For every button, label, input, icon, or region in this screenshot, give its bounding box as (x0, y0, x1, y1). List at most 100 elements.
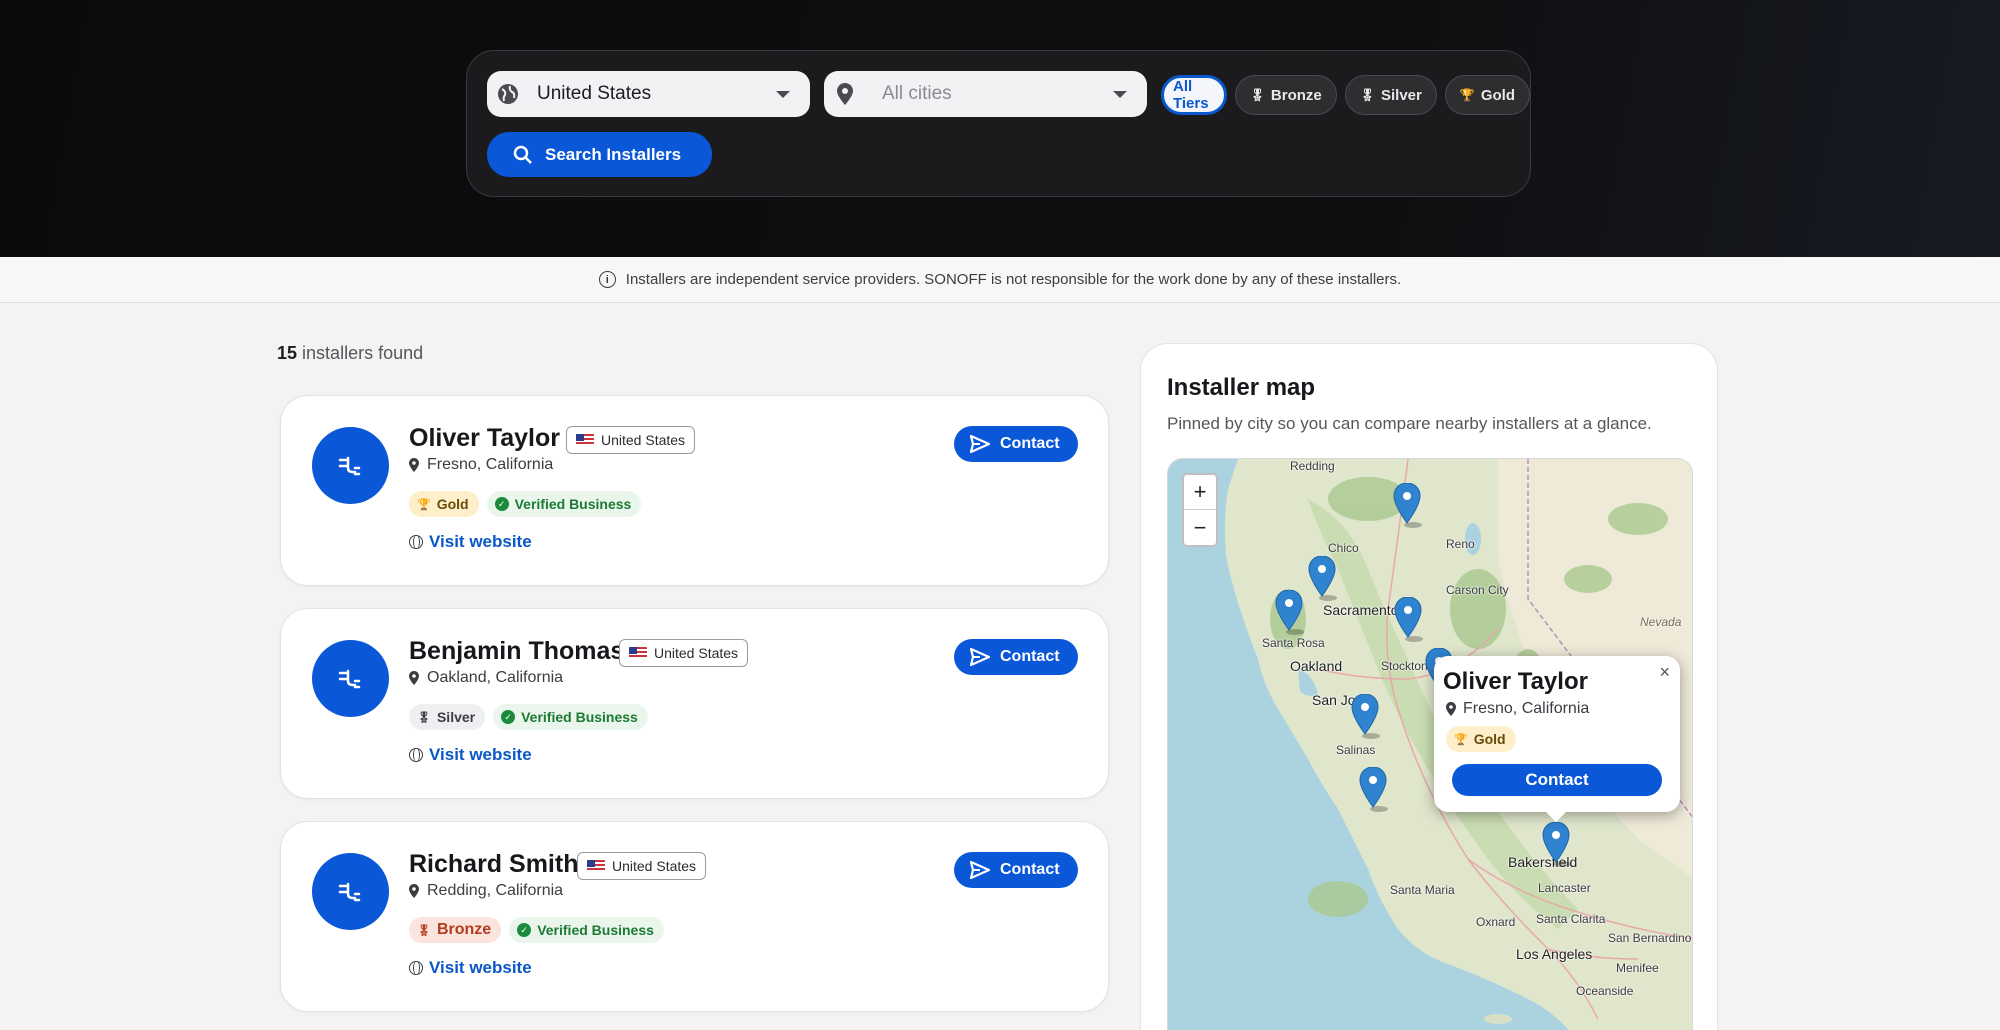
send-icon (970, 435, 990, 453)
contact-button[interactable]: Contact (954, 639, 1078, 675)
map-marker-icon[interactable] (1393, 483, 1423, 529)
city-label: Santa Clarita (1536, 912, 1606, 926)
location-pin-icon (409, 884, 419, 898)
disclaimer-notice: i Installers are independent service pro… (0, 257, 2000, 303)
city-placeholder: All cities (882, 83, 952, 104)
installer-card: Oliver Taylor United States Fresno, Cali… (280, 395, 1109, 586)
city-label: Lancaster (1538, 881, 1591, 895)
tier-all-chip[interactable]: All Tiers (1161, 75, 1227, 115)
visit-website-link[interactable]: Visit website (409, 745, 532, 765)
tier-silver-chip[interactable]: 🎖 Silver (1344, 75, 1437, 115)
city-label: Oceanside (1576, 984, 1634, 998)
installer-location: Oakland, California (409, 669, 563, 687)
map-marker-icon[interactable] (1394, 597, 1424, 643)
tier-badge: 🏆 Gold (409, 491, 479, 517)
zoom-in-button[interactable]: + (1184, 475, 1216, 510)
tier-badge: 🏆 Gold (1446, 726, 1516, 752)
tier-bronze-chip[interactable]: 🎖 Bronze (1234, 75, 1337, 115)
us-flag-icon (629, 647, 647, 659)
visit-website-link[interactable]: Visit website (409, 532, 532, 552)
popup-name: Oliver Taylor (1443, 668, 1588, 695)
map-marker-icon[interactable] (1542, 822, 1572, 868)
city-label: Nevada (1640, 615, 1682, 629)
country-select[interactable]: United States (487, 71, 810, 117)
visit-website-link[interactable]: Visit website (409, 958, 532, 978)
city-label: San Bernardino (1608, 931, 1692, 945)
trophy-icon: 🏆 (417, 498, 431, 511)
medal-icon: 🎖 (417, 924, 431, 937)
search-installers-button[interactable]: Search Installers (487, 132, 712, 177)
results-count: 15 installers found (277, 343, 424, 363)
medal-icon: 🎖 (1359, 88, 1375, 102)
country-chip: United States (619, 639, 749, 667)
verified-badge: ✓ Verified Business (486, 491, 642, 517)
send-icon (970, 648, 990, 666)
installer-location: Fresno, California (409, 456, 553, 474)
chevron-down-icon (1113, 90, 1127, 98)
city-label: Sacramento (1323, 602, 1399, 618)
badges: 🎖 Silver ✓ Verified Business (409, 704, 648, 730)
city-label: Redding (1290, 459, 1335, 473)
installer-name: Oliver Taylor (409, 424, 560, 452)
installer-map[interactable]: Redding Chico Reno Carson City Sacrament… (1167, 458, 1693, 1030)
installer-location: Redding, California (409, 882, 563, 900)
popup-location: Fresno, California (1446, 700, 1589, 718)
zoom-control: + − (1182, 473, 1218, 547)
city-label: Salinas (1336, 743, 1376, 757)
city-label: Los Angeles (1516, 946, 1593, 962)
zoom-out-button[interactable]: − (1184, 510, 1216, 545)
plug-avatar-icon (312, 640, 389, 717)
tier-filter: All Tiers 🎖 Bronze 🎖 Silver 🏆 Gold (1161, 75, 1530, 115)
city-label: Oxnard (1476, 915, 1516, 929)
search-icon (513, 145, 532, 164)
medal-icon: 🎖 (417, 711, 431, 724)
map-marker-icon[interactable] (1351, 694, 1381, 740)
installer-card: Benjamin Thomas United States Oakland, C… (280, 608, 1109, 799)
map-marker-icon[interactable] (1275, 590, 1305, 636)
plug-avatar-icon (312, 427, 389, 504)
location-pin-icon (409, 458, 419, 472)
globe-icon (497, 83, 519, 105)
location-pin-icon (1446, 702, 1456, 716)
city-label: Carson City (1446, 583, 1509, 597)
check-icon: ✓ (517, 923, 532, 937)
filter-card: United States All cities All Tiers 🎖 Bron… (466, 50, 1531, 197)
map-title: Installer map (1167, 374, 1316, 401)
check-icon: ✓ (494, 497, 509, 511)
contact-button[interactable]: Contact (954, 426, 1078, 462)
city-label: Oakland (1290, 658, 1343, 674)
city-select[interactable]: All cities (824, 71, 1147, 117)
trophy-icon: 🏆 (1459, 88, 1475, 102)
city-label: Menifee (1616, 961, 1659, 975)
installer-card: Richard Smith United States Redding, Cal… (280, 821, 1109, 1012)
installer-name: Benjamin Thomas (409, 637, 625, 665)
info-icon: i (598, 271, 616, 288)
tier-badge: 🎖 Silver (409, 704, 486, 730)
trophy-icon: 🏆 (1454, 733, 1468, 746)
location-pin-icon (834, 83, 856, 105)
send-icon (970, 861, 990, 879)
check-icon: ✓ (501, 710, 516, 724)
chevron-down-icon (776, 90, 790, 98)
verified-badge: ✓ Verified Business (509, 917, 664, 943)
location-pin-icon (409, 671, 419, 685)
us-flag-icon (587, 860, 605, 872)
country-chip: United States (566, 426, 696, 454)
city-label: Chico (1328, 541, 1359, 555)
globe-icon (409, 748, 423, 762)
hero-banner: United States All cities All Tiers 🎖 Bron… (0, 0, 2000, 257)
badges: 🏆 Gold ✓ Verified Business (409, 491, 642, 517)
city-label: Santa Rosa (1262, 636, 1325, 650)
city-label: Reno (1446, 537, 1475, 551)
plug-avatar-icon (312, 853, 389, 930)
globe-icon (409, 961, 423, 975)
close-icon[interactable]: × (1659, 662, 1670, 683)
installer-map-panel: Installer map Pinned by city so you can … (1140, 343, 1718, 1030)
contact-button[interactable]: Contact (954, 852, 1078, 888)
map-subtitle: Pinned by city so you can compare nearby… (1167, 414, 1652, 433)
popup-contact-button[interactable]: Contact (1452, 764, 1662, 796)
tier-gold-chip[interactable]: 🏆 Gold (1444, 75, 1530, 115)
us-flag-icon (576, 434, 594, 446)
map-marker-icon[interactable] (1308, 556, 1338, 602)
map-marker-icon[interactable] (1359, 767, 1389, 813)
